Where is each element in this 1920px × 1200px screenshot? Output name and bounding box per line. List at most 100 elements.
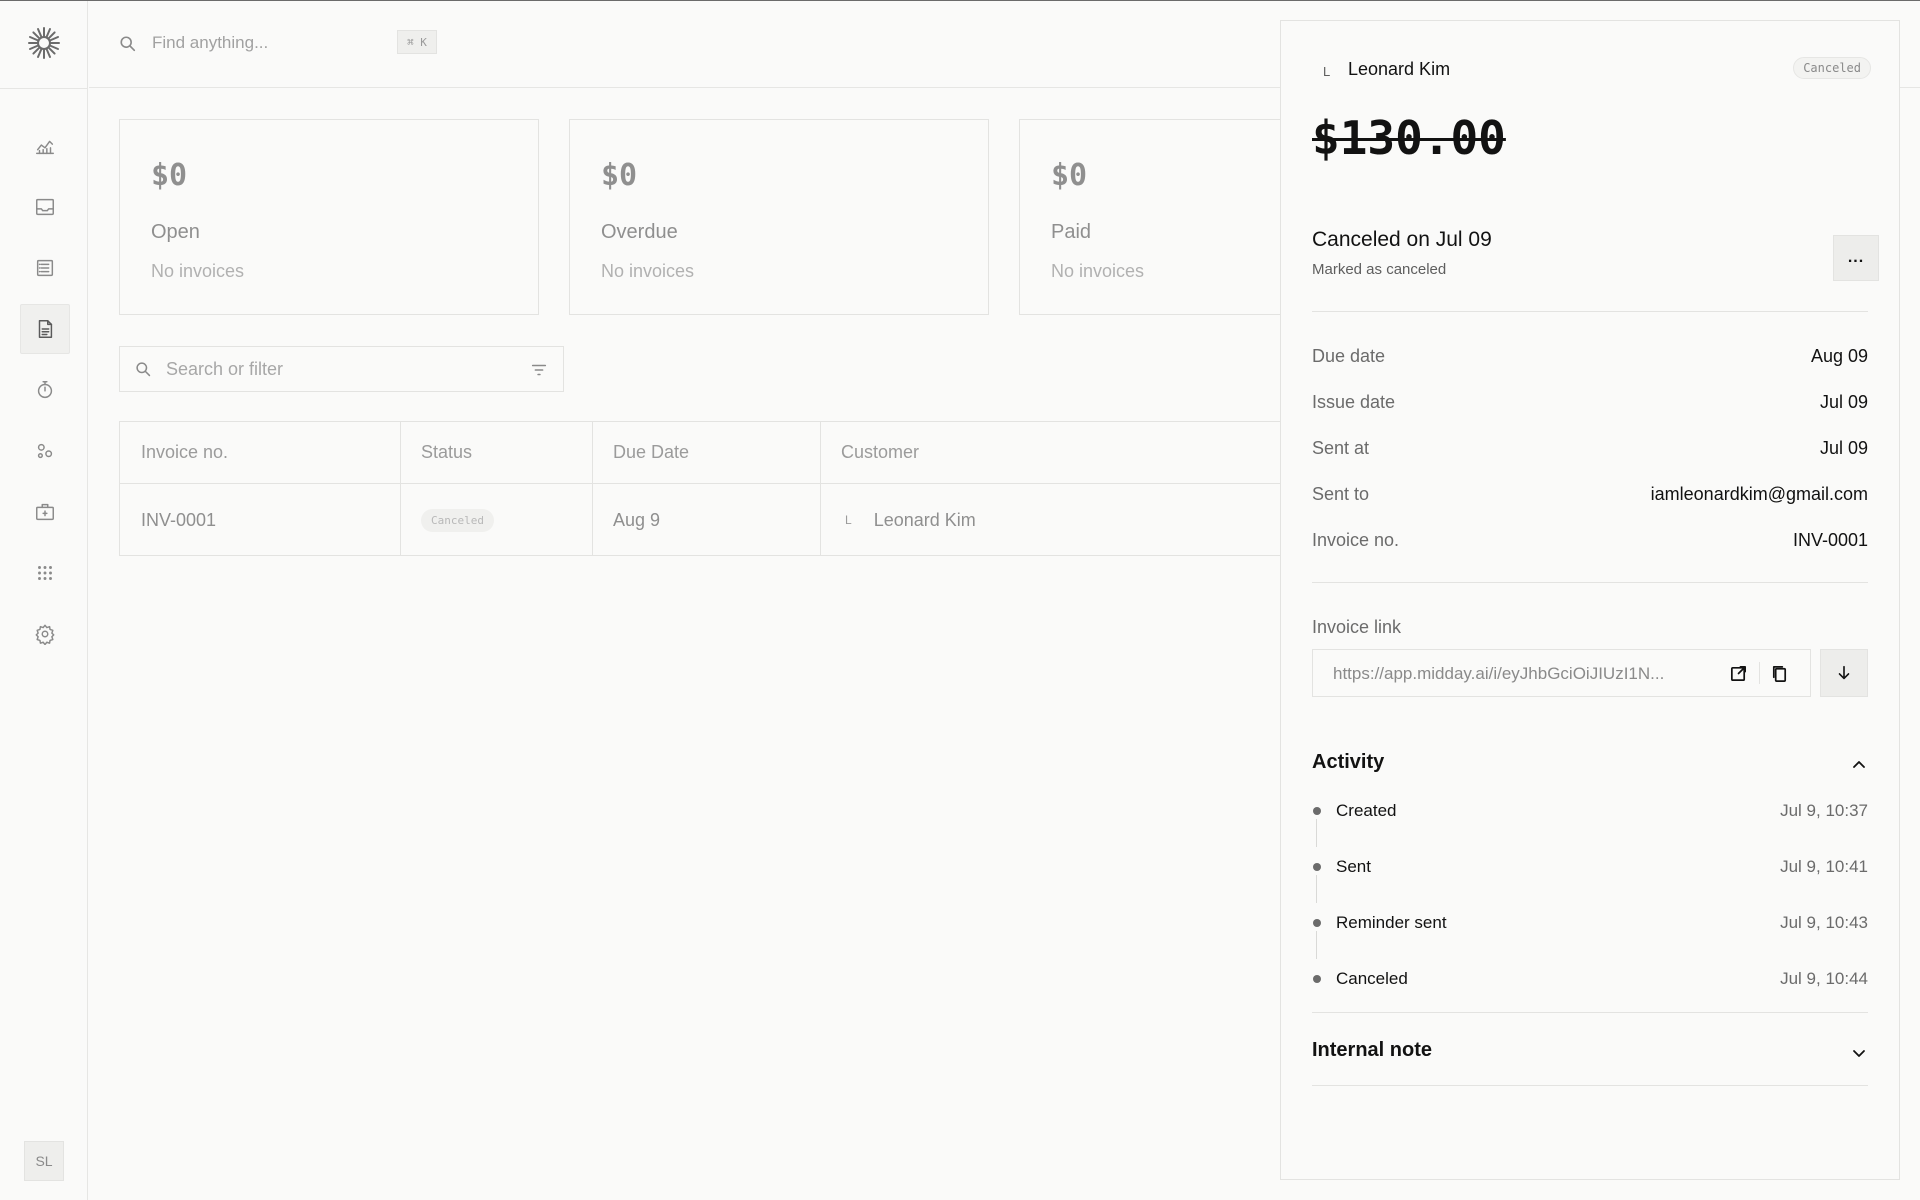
activity-dot xyxy=(1313,807,1321,815)
customer-name: Leonard Kim xyxy=(1348,59,1451,79)
field-value-due-date: Aug 09 xyxy=(1810,346,1868,366)
field-label-invoice-no: Invoice no. xyxy=(1312,530,1400,550)
sidebar: SL xyxy=(0,1,88,1200)
chart-icon xyxy=(36,140,54,155)
chevron-down-icon[interactable] xyxy=(1851,1045,1867,1061)
table-header-row: Invoice no. Status Due Date Customer xyxy=(120,422,1288,484)
customer-avatar: L xyxy=(1323,64,1331,79)
column-header-status[interactable]: Status xyxy=(400,422,592,483)
search-icon xyxy=(136,362,151,377)
vault-icon xyxy=(36,503,54,521)
card-subtext: No invoices xyxy=(601,261,695,281)
sidebar-item-customers[interactable] xyxy=(20,426,70,476)
invoices-table: Invoice no. Status Due Date Customer INV… xyxy=(119,421,1289,556)
chevron-up-icon[interactable] xyxy=(1851,757,1867,773)
summary-card-open[interactable]: $0 Open No invoices xyxy=(119,119,539,315)
invoice-detail-panel: L Leonard Kim Canceled $130.00 Canceled … xyxy=(1280,20,1900,1180)
sidebar-item-apps[interactable] xyxy=(20,548,70,598)
timer-icon xyxy=(37,381,53,399)
field-label-sent-to: Sent to xyxy=(1312,484,1370,504)
filter-icon[interactable] xyxy=(530,361,548,379)
field-value-invoice-no: INV-0001 xyxy=(1792,530,1868,550)
filter-input[interactable]: Search or filter xyxy=(166,359,283,380)
activity-dot xyxy=(1313,975,1321,983)
activity-connector xyxy=(1316,819,1317,847)
card-subtext: No invoices xyxy=(151,261,245,281)
sidebar-item-tracker[interactable] xyxy=(20,365,70,415)
link-divider xyxy=(1759,662,1760,684)
activity-connector xyxy=(1316,931,1317,959)
user-avatar[interactable]: SL xyxy=(24,1141,64,1181)
invoice-link-url[interactable]: https://app.midday.ai/i/eyJhbGciOiJIUzI1… xyxy=(1333,664,1703,684)
field-value-issue-date: Jul 09 xyxy=(1819,392,1868,412)
cell-due-date: Aug 9 xyxy=(613,509,661,530)
column-header-invoice-no[interactable]: Invoice no. xyxy=(120,422,400,483)
activity-title[interactable]: Activity xyxy=(1312,751,1384,774)
divider xyxy=(1312,582,1868,583)
divider xyxy=(1312,311,1868,312)
more-actions-button[interactable]: ... xyxy=(1833,235,1879,281)
activity-connector xyxy=(1316,875,1317,903)
activity-label: Reminder sent xyxy=(1336,913,1447,932)
table-row[interactable]: INV-0001 Canceled Aug 9 L Leonard Kim xyxy=(120,484,1288,556)
activity-label: Sent xyxy=(1336,857,1371,876)
copy-icon[interactable] xyxy=(1770,664,1789,683)
logo-icon[interactable] xyxy=(26,25,62,61)
activity-time: Jul 9, 10:44 xyxy=(1780,969,1868,988)
customers-icon xyxy=(37,443,53,459)
column-header-customer[interactable]: Customer xyxy=(820,422,1290,483)
invoice-link-field[interactable]: https://app.midday.ai/i/eyJhbGciOiJIUzI1… xyxy=(1312,649,1811,697)
search-icon xyxy=(120,36,136,52)
card-amount: $0 xyxy=(1051,158,1088,193)
invoice-icon xyxy=(38,320,53,338)
activity-time: Jul 9, 10:41 xyxy=(1780,857,1868,876)
column-divider xyxy=(400,422,401,556)
sidebar-item-transactions[interactable] xyxy=(20,243,70,293)
status-badge: Canceled xyxy=(421,508,494,532)
field-value-sent-at: Jul 09 xyxy=(1819,438,1868,458)
field-label-sent-at: Sent at xyxy=(1312,438,1370,458)
download-icon xyxy=(1838,665,1850,680)
sidebar-item-settings[interactable] xyxy=(20,609,70,659)
status-badge: Canceled xyxy=(1793,57,1871,79)
field-label-due-date: Due date xyxy=(1312,346,1386,366)
divider xyxy=(1312,1012,1868,1013)
sidebar-divider xyxy=(0,88,88,89)
field-label-issue-date: Issue date xyxy=(1312,392,1396,412)
sidebar-item-inbox[interactable] xyxy=(20,182,70,232)
card-label: Open xyxy=(151,221,200,243)
download-button[interactable] xyxy=(1820,649,1868,697)
card-label: Paid xyxy=(1051,221,1092,243)
divider xyxy=(1312,1085,1868,1086)
status-title: Canceled on Jul 09 xyxy=(1312,228,1492,251)
column-header-due-date[interactable]: Due Date xyxy=(592,422,820,483)
activity-time: Jul 9, 10:43 xyxy=(1780,913,1868,932)
external-link-icon[interactable] xyxy=(1729,664,1748,683)
cell-customer: L Leonard Kim xyxy=(820,484,1290,556)
settings-icon xyxy=(35,624,55,645)
activity-dot xyxy=(1313,919,1321,927)
summary-card-overdue[interactable]: $0 Overdue No invoices xyxy=(569,119,989,315)
status-subtitle: Marked as canceled xyxy=(1312,261,1447,278)
sidebar-item-invoices[interactable] xyxy=(20,304,70,354)
transactions-icon xyxy=(36,259,54,277)
invoice-search-filter[interactable]: Search or filter xyxy=(119,346,564,392)
cell-status: Canceled xyxy=(400,484,592,556)
global-search-input[interactable]: Find anything... xyxy=(152,33,268,53)
sidebar-item-overview[interactable] xyxy=(20,121,70,171)
customer-name: Leonard Kim xyxy=(873,509,976,530)
activity-label: Created xyxy=(1336,801,1397,820)
column-divider xyxy=(592,422,593,556)
activity-time: Jul 9, 10:37 xyxy=(1780,801,1868,820)
card-amount: $0 xyxy=(151,158,188,193)
cell-invoice-no: INV-0001 xyxy=(141,509,217,530)
field-value-sent-to: iamleonardkim@gmail.com xyxy=(1650,484,1868,504)
internal-note-title[interactable]: Internal note xyxy=(1312,1039,1432,1062)
search-shortcut-hint: ⌘ K xyxy=(397,30,437,54)
card-label: Overdue xyxy=(601,221,678,243)
card-amount: $0 xyxy=(601,158,638,193)
invoice-amount: $130.00 xyxy=(1312,111,1506,165)
sidebar-item-vault[interactable] xyxy=(20,487,70,537)
apps-icon xyxy=(38,566,52,580)
card-subtext: No invoices xyxy=(1051,261,1145,281)
